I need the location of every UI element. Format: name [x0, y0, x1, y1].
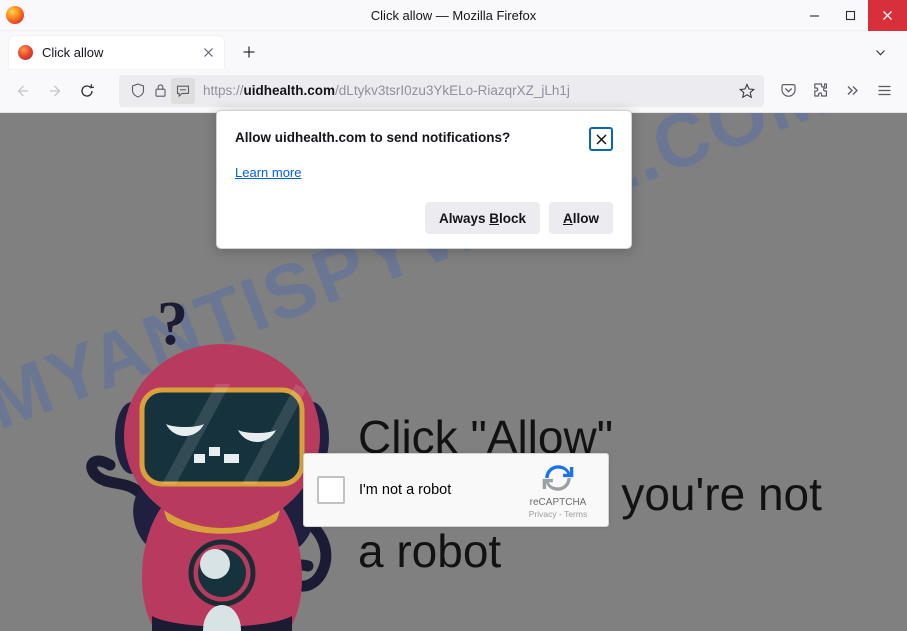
tab-title: Click allow — [42, 45, 104, 60]
close-tab-button[interactable] — [198, 43, 218, 63]
always-block-button[interactable]: Always Block — [424, 202, 540, 234]
tab-strip: Click allow — [0, 31, 907, 69]
application-menu-hamburger-icon[interactable] — [868, 75, 900, 107]
notification-title: Allow uidhealth.com to send notification… — [235, 130, 511, 145]
back-button-arrow-left-icon[interactable] — [7, 75, 39, 107]
notification-permission-icon[interactable] — [171, 77, 195, 104]
notification-permission-panel: Allow uidhealth.com to send notification… — [216, 110, 632, 249]
notification-actions: Always Block Allow — [235, 202, 613, 234]
save-to-pocket-icon[interactable] — [772, 75, 804, 107]
list-all-tabs-chevron-down-icon[interactable] — [867, 39, 893, 65]
address-bar[interactable]: https://uidhealth.com/dLtykv3tsrI0zu3YkE… — [119, 74, 764, 107]
url-scheme: https:// — [203, 83, 244, 98]
close-window-button[interactable] — [868, 0, 907, 31]
allow-button[interactable]: Allow — [549, 202, 613, 234]
reload-button-refresh-icon[interactable] — [71, 75, 103, 107]
tracking-protection-shield-icon[interactable] — [127, 80, 149, 102]
recaptcha-widget[interactable]: I'm not a robot reCAPTCHA Privacy - Term… — [303, 453, 609, 527]
connection-secure-lock-icon[interactable] — [149, 80, 171, 102]
bookmark-star-icon[interactable] — [734, 78, 760, 104]
overflow-menu-chevrons-icon[interactable] — [836, 75, 868, 107]
recaptcha-brand-name: reCAPTCHA — [529, 497, 587, 508]
recaptcha-logo-icon — [542, 465, 574, 491]
toolbar-icons — [772, 75, 900, 107]
forward-button-arrow-right-icon[interactable] — [39, 75, 71, 107]
window-title: Click allow — Mozilla Firefox — [370, 7, 537, 23]
notification-close-icon[interactable] — [589, 127, 613, 151]
minimize-button[interactable] — [796, 0, 832, 31]
recaptcha-branding: reCAPTCHA Privacy - Terms — [516, 461, 600, 519]
recaptcha-privacy-terms-links[interactable]: Privacy - Terms — [516, 509, 600, 519]
browser-tab[interactable]: Click allow — [9, 36, 224, 69]
window-titlebar: Click allow — Mozilla Firefox — [0, 0, 907, 31]
extensions-puzzle-icon[interactable] — [804, 75, 836, 107]
navigation-toolbar: https://uidhealth.com/dLtykv3tsrI0zu3YkE… — [0, 69, 907, 113]
recaptcha-checkbox[interactable] — [317, 476, 345, 504]
notification-header-row: Allow uidhealth.com to send notification… — [235, 127, 613, 151]
url-display[interactable]: https://uidhealth.com/dLtykv3tsrI0zu3YkE… — [203, 83, 734, 98]
url-host: uidhealth.com — [243, 83, 336, 98]
window-controls — [796, 0, 907, 31]
new-tab-button[interactable] — [234, 37, 264, 67]
recaptcha-label: I'm not a robot — [359, 482, 452, 498]
firefox-logo-icon — [6, 6, 24, 24]
tab-favicon-icon — [18, 45, 33, 60]
headline-line-3: a robot — [358, 525, 502, 577]
url-path: /dLtykv3tsrI0zu3YkELo-RiazqrXZ_jLh1j — [335, 83, 570, 98]
notification-learn-more-link[interactable]: Learn more — [235, 165, 301, 180]
maximize-button[interactable] — [832, 0, 868, 31]
